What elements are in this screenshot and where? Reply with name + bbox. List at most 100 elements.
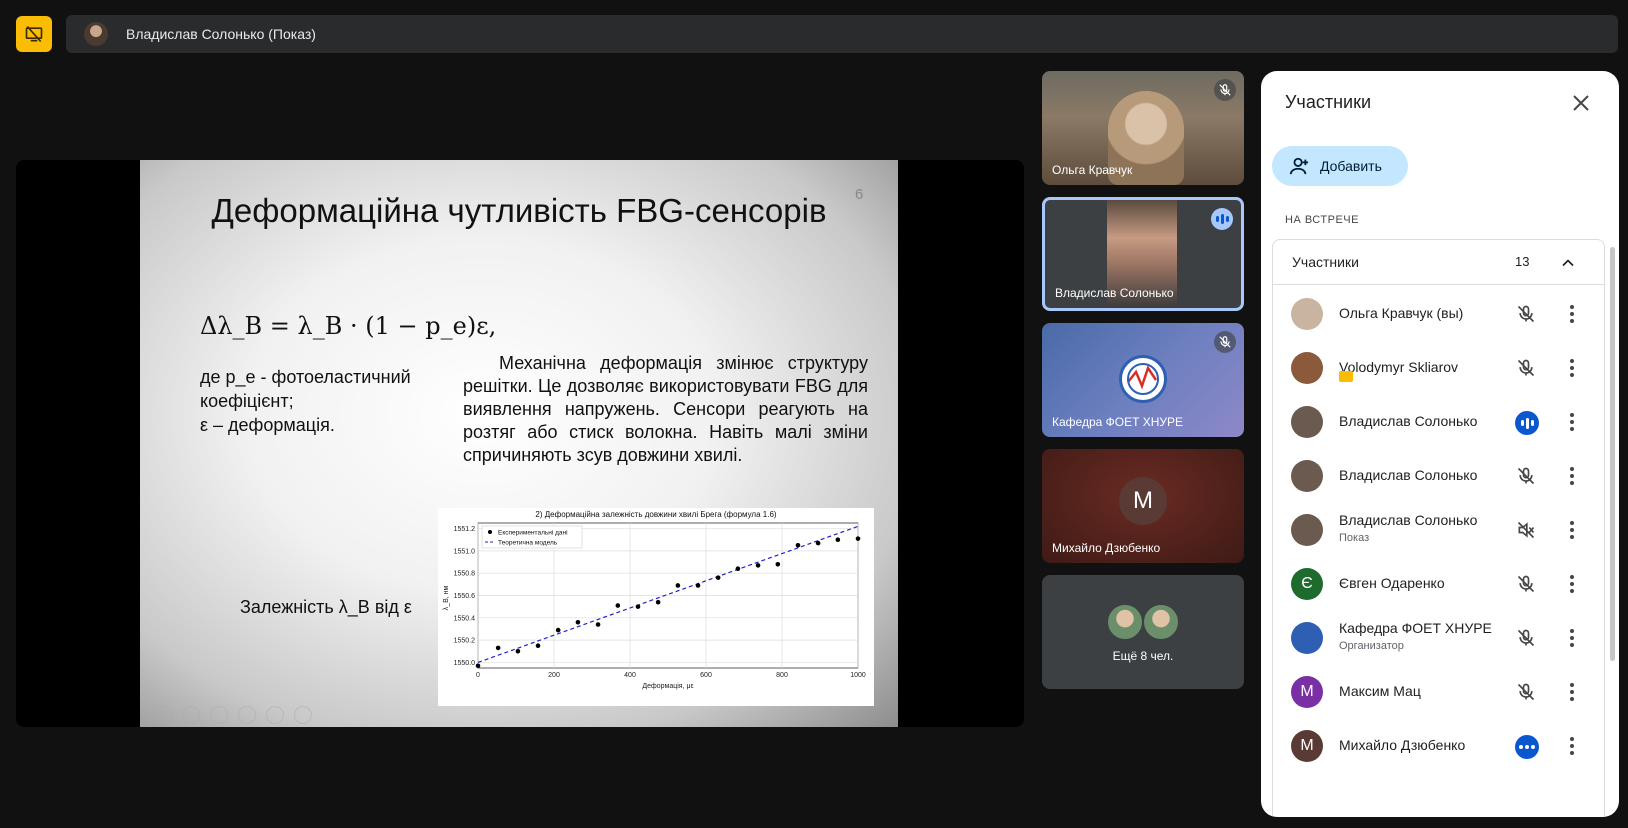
avatar	[1142, 603, 1180, 641]
data-point	[795, 543, 801, 548]
more-icon[interactable]	[294, 706, 312, 724]
avatar	[1291, 460, 1323, 492]
add-people-button[interactable]: Добавить	[1272, 146, 1408, 186]
mic-off-icon	[1517, 467, 1535, 485]
participant-name: Владислав Солонько	[1339, 467, 1478, 483]
avatar	[1291, 622, 1323, 654]
participant-row[interactable]: Ольга Кравчук (вы)	[1273, 286, 1604, 342]
grid-icon[interactable]	[238, 706, 256, 724]
slide-formula: Δλ_B = λ_B · (1 − p_e)ε,	[200, 312, 497, 340]
slide-definition: де p_e - фотоеластичний коефіцієнт; ε – …	[200, 365, 460, 437]
participant-row[interactable]: Владислав Солонько	[1273, 448, 1604, 504]
mic-off-icon	[1517, 629, 1535, 647]
more-options-icon[interactable]	[1561, 303, 1583, 325]
mic-off-button[interactable]	[1515, 465, 1537, 487]
more-options-icon[interactable]	[1561, 573, 1583, 595]
slide-paragraph: Механічна деформація змінює структуру ре…	[463, 353, 868, 465]
data-point	[595, 622, 601, 627]
data-point	[615, 603, 621, 608]
data-point	[855, 536, 861, 541]
group-label: Участники	[1292, 254, 1359, 270]
pen-icon[interactable]	[210, 706, 228, 724]
video-tile-kafedra[interactable]: Кафедра ФОЕТ ХНУРЕ	[1042, 323, 1244, 437]
participant-row[interactable]: Volodymyr Skliarov	[1273, 340, 1604, 396]
participant-row[interactable]: Є Євген Одаренко	[1273, 556, 1604, 612]
more-options-icon[interactable]	[1561, 735, 1583, 757]
prev-slide-icon[interactable]	[154, 706, 172, 724]
close-icon[interactable]	[1569, 91, 1593, 115]
tile-name: Ольга Кравчук	[1052, 163, 1133, 177]
data-point	[715, 575, 721, 580]
data-point	[655, 599, 661, 605]
x-axis-label: Деформація, με	[642, 682, 693, 690]
zoom-icon[interactable]	[266, 706, 284, 724]
avatar	[1291, 298, 1323, 330]
y-tick-label: 1550.6	[454, 593, 476, 600]
avatar	[1106, 603, 1144, 641]
data-point	[515, 648, 521, 654]
mic-off-button[interactable]	[1515, 303, 1537, 325]
panel-title: Участники	[1285, 92, 1371, 112]
x-tick-label: 600	[700, 672, 712, 679]
mic-off-icon	[1214, 79, 1236, 101]
participant-name: Ольга Кравчук (вы)	[1339, 305, 1464, 321]
speaking-icon	[1211, 208, 1233, 230]
panel-scrollbar[interactable]	[1610, 247, 1615, 661]
audio-off-button[interactable]	[1515, 519, 1537, 541]
mic-off-button[interactable]	[1515, 627, 1537, 649]
more-options-icon[interactable]	[1561, 519, 1583, 541]
chevron-up-icon[interactable]	[1558, 253, 1578, 273]
x-tick-label: 800	[776, 672, 788, 679]
add-people-label: Добавить	[1320, 158, 1382, 174]
person-add-icon	[1289, 157, 1309, 175]
mic-off-icon	[1517, 575, 1535, 593]
video-tile-mykhailo[interactable]: M Михайло Дзюбенко	[1042, 449, 1244, 563]
avatar: M	[1119, 477, 1167, 525]
stop-presenting-button[interactable]	[16, 16, 52, 52]
video-tile-vladyslav[interactable]: Владислав Солонько	[1042, 197, 1244, 311]
y-tick-label: 1550.0	[454, 660, 476, 667]
participants-group: Участники 13 Ольга Кравчук (вы) Volodymyr…	[1272, 239, 1605, 817]
avatar	[1291, 406, 1323, 438]
more-options-icon[interactable]	[1561, 357, 1583, 379]
slide-chart: 2) Деформаційна залежність довжини хвилі…	[438, 508, 874, 706]
mic-off-button[interactable]	[1515, 357, 1537, 379]
more-options-icon[interactable]	[1561, 411, 1583, 433]
participant-name: Volodymyr Skliarov	[1339, 359, 1459, 375]
x-tick-label: 0	[476, 672, 480, 679]
participant-row[interactable]: M Максим Мац	[1273, 664, 1604, 720]
more-options-icon[interactable]	[1561, 465, 1583, 487]
y-tick-label: 1551.2	[454, 526, 476, 533]
section-label: НА ВСТРЕЧЕ	[1285, 214, 1359, 226]
group-header[interactable]: Участники 13	[1273, 240, 1604, 285]
legend-marker-points	[488, 530, 492, 534]
participant-row[interactable]: Кафедра ФОЕТ ХНУРЕ Организатор	[1273, 610, 1604, 666]
data-point	[775, 561, 781, 567]
y-tick-label: 1550.8	[454, 571, 476, 578]
more-participants-label: Ещё 8 чел.	[1112, 649, 1174, 663]
participant-row[interactable]: Владислав Солонько	[1273, 394, 1604, 450]
y-tick-label: 1550.2	[454, 638, 476, 645]
mic-off-button[interactable]	[1515, 573, 1537, 595]
slide-dependency-caption: Залежність λ_B від ε	[240, 597, 412, 617]
avatar	[1291, 514, 1323, 546]
more-options-icon[interactable]	[1561, 681, 1583, 703]
data-point	[735, 566, 741, 572]
mic-off-button[interactable]	[1515, 681, 1537, 703]
next-slide-icon[interactable]	[182, 706, 200, 724]
tile-name: Михайло Дзюбенко	[1052, 541, 1161, 555]
video-tile-more[interactable]: Ещё 8 чел.	[1042, 575, 1244, 689]
y-tick-label: 1550.4	[454, 615, 476, 622]
video-tile-olga[interactable]: Ольга Кравчук	[1042, 71, 1244, 185]
data-point	[535, 643, 541, 648]
presentation-bar[interactable]: Владислав Солонько (Показ)	[66, 15, 1618, 53]
y-axis-label: λ_B, нм	[443, 586, 450, 611]
presenting-badge-icon	[1339, 371, 1353, 382]
participant-row[interactable]: Владислав Солонько Показ	[1273, 502, 1604, 558]
participant-row[interactable]: M Михайло Дзюбенко	[1273, 718, 1604, 774]
legend-entry: Експериментальні дані	[498, 529, 568, 537]
kafedra-logo-icon	[1119, 355, 1167, 403]
tile-name: Кафедра ФОЕТ ХНУРЕ	[1052, 415, 1184, 429]
more-options-icon[interactable]	[1561, 627, 1583, 649]
participant-name: Владислав Солонько	[1339, 512, 1478, 528]
